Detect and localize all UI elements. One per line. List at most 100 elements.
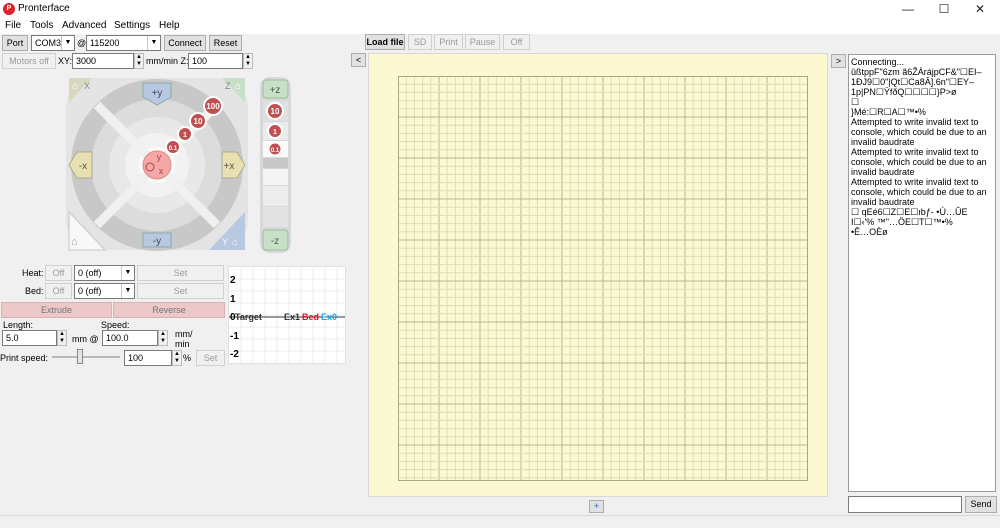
xy-speed-label: XY:: [58, 56, 73, 66]
home-y-icon: ⌂: [232, 237, 238, 248]
home-y-label: Y: [222, 237, 228, 247]
add-layer-button[interactable]: +: [589, 500, 604, 513]
home-x-icon: ⌂: [72, 81, 78, 92]
step-label-01: 0.1: [169, 146, 178, 152]
speed-spinner[interactable]: ▲ ▼: [158, 330, 168, 346]
motors-off-button[interactable]: Motors off: [2, 53, 56, 69]
send-button[interactable]: Send: [965, 496, 997, 513]
z-step-neg-10[interactable]: [263, 186, 288, 206]
print-speed-slider-track[interactable]: [52, 356, 120, 358]
pause-button[interactable]: Pause: [465, 34, 500, 50]
menu-tools[interactable]: Tools: [30, 20, 53, 31]
legend-target: Target: [235, 312, 262, 322]
graph-tick-minus-1: -1: [230, 331, 239, 342]
z-jog-control: +z 10 1 0.1 -z: [260, 77, 291, 253]
jog-center-x-label: x: [159, 166, 164, 176]
jog-center-y-label: y: [157, 152, 162, 162]
length-input[interactable]: 5.0: [2, 330, 57, 346]
speed-label: Speed:: [101, 320, 130, 330]
step-label-100: 100: [206, 102, 220, 111]
menu-advanced[interactable]: Advanced: [62, 20, 106, 31]
speed-unit-label-2: min: [175, 339, 190, 349]
window-title: Pronterface: [18, 3, 70, 14]
console-line: Connecting...: [851, 57, 905, 67]
xy-speed-input[interactable]: 3000: [72, 53, 134, 69]
legend-ex1: Ex1: [284, 312, 301, 322]
menu-help[interactable]: Help: [159, 20, 180, 31]
speed-input[interactable]: 100.0: [102, 330, 158, 346]
heat-off-button[interactable]: Off: [45, 265, 72, 281]
console-line: Attempted to write invalid text to conso…: [851, 147, 990, 177]
xy-speed-spinner[interactable]: ▲ ▼: [134, 53, 144, 69]
port-button[interactable]: Port: [2, 35, 28, 51]
minimize-button[interactable]: —: [890, 0, 926, 19]
xy-jog-control: y x +y -y -x +x ⌂ X Z ⌂ ⌂ Y ⌂ 100 10 1 0…: [66, 78, 248, 251]
maximize-button[interactable]: ☐: [926, 0, 962, 19]
step-label-10: 10: [194, 117, 203, 126]
collapse-left-button[interactable]: <: [351, 53, 366, 67]
z-step-label-1: 1: [273, 129, 277, 136]
bed-label: Bed:: [25, 286, 44, 296]
home-z-icon: ⌂: [235, 81, 241, 92]
console-line: Attempted to write invalid text to conso…: [851, 177, 990, 207]
port-select-value: COM3: [35, 38, 62, 48]
command-input[interactable]: [848, 496, 962, 513]
port-select[interactable]: COM3 ▼: [31, 35, 75, 51]
chevron-down-icon: ▼: [121, 284, 134, 298]
at-label: @: [77, 38, 87, 48]
console-line: ☐ qEé6☐Z☐E☐ıbƒ- •Ù…ÛE I☐‹'% ™"…ÖE☐T☐™•%: [851, 207, 970, 227]
home-x-label: X: [84, 81, 90, 91]
menu-settings[interactable]: Settings: [114, 20, 150, 31]
collapse-right-button[interactable]: >: [831, 54, 846, 68]
print-speed-slider-thumb[interactable]: [76, 349, 83, 364]
graph-tick-1: 1: [230, 294, 236, 305]
menu-bar: File Tools Advanced Settings Help: [0, 19, 1000, 34]
console-line: Attempted to write invalid text to conso…: [851, 117, 990, 147]
bed-temp-select[interactable]: 0 (off) ▼: [74, 283, 135, 299]
z-step-neg-01[interactable]: [263, 158, 288, 168]
print-speed-input[interactable]: 100: [124, 350, 172, 366]
extrude-button[interactable]: Extrude: [1, 302, 112, 318]
load-file-button[interactable]: Load file: [365, 34, 405, 50]
print-speed-spinner[interactable]: ▲ ▼: [172, 350, 182, 366]
platform-view[interactable]: [368, 53, 828, 497]
z-step-neg-1[interactable]: [263, 169, 288, 185]
minus-z-label: -z: [271, 236, 279, 247]
connect-button[interactable]: Connect: [164, 35, 206, 51]
bed-temp-value: 0 (off): [78, 286, 102, 296]
legend-bed: Bed: [302, 312, 320, 322]
length-spinner[interactable]: ▲ ▼: [57, 330, 67, 346]
z-speed-input[interactable]: 100: [188, 53, 243, 69]
print-button[interactable]: Print: [434, 34, 463, 50]
close-button[interactable]: ✕: [962, 0, 998, 19]
baud-select[interactable]: 115200 ▼: [86, 35, 161, 51]
z-step-label-10: 10: [271, 107, 280, 116]
reset-button[interactable]: Reset: [209, 35, 242, 51]
bed-set-button[interactable]: Set: [137, 283, 224, 299]
graph-tick-2: 2: [230, 275, 236, 286]
heat-temp-value: 0 (off): [78, 268, 102, 278]
z-step-neg-100[interactable]: [263, 207, 288, 227]
chevron-down-icon: ▼: [147, 36, 160, 50]
print-speed-unit: %: [183, 353, 192, 363]
build-platform-grid[interactable]: [398, 76, 808, 481]
print-speed-set-button[interactable]: Set: [196, 350, 225, 366]
console-line: }Mé:☐R☐A☐™•%: [851, 107, 926, 117]
home-all-icon: ⌂: [71, 236, 78, 248]
minus-x-label: -x: [79, 161, 87, 172]
heat-temp-select[interactable]: 0 (off) ▼: [74, 265, 135, 281]
status-bar: [0, 515, 1000, 528]
step-label-1: 1: [183, 132, 187, 139]
z-speed-spinner[interactable]: ▲ ▼: [243, 53, 253, 69]
plus-x-label: +x: [224, 161, 235, 172]
heat-set-button[interactable]: Set: [137, 265, 224, 281]
off-button[interactable]: Off: [503, 34, 530, 50]
legend-ex0: Ex0: [321, 312, 338, 322]
sd-button[interactable]: SD: [408, 34, 432, 50]
reverse-button[interactable]: Reverse: [113, 302, 225, 318]
console-log[interactable]: Connecting... ûßtppF"6zm ã6ŽÁrájpCF&"☐EI–…: [848, 54, 996, 492]
console-line: ûßtppF"6zm ã6ŽÁrájpCF&"☐EI–1ÐJ9☐0"|Qt☐Ca…: [851, 67, 982, 97]
bed-off-button[interactable]: Off: [45, 283, 72, 299]
home-z-label: Z: [225, 81, 231, 91]
menu-file[interactable]: File: [5, 20, 21, 31]
